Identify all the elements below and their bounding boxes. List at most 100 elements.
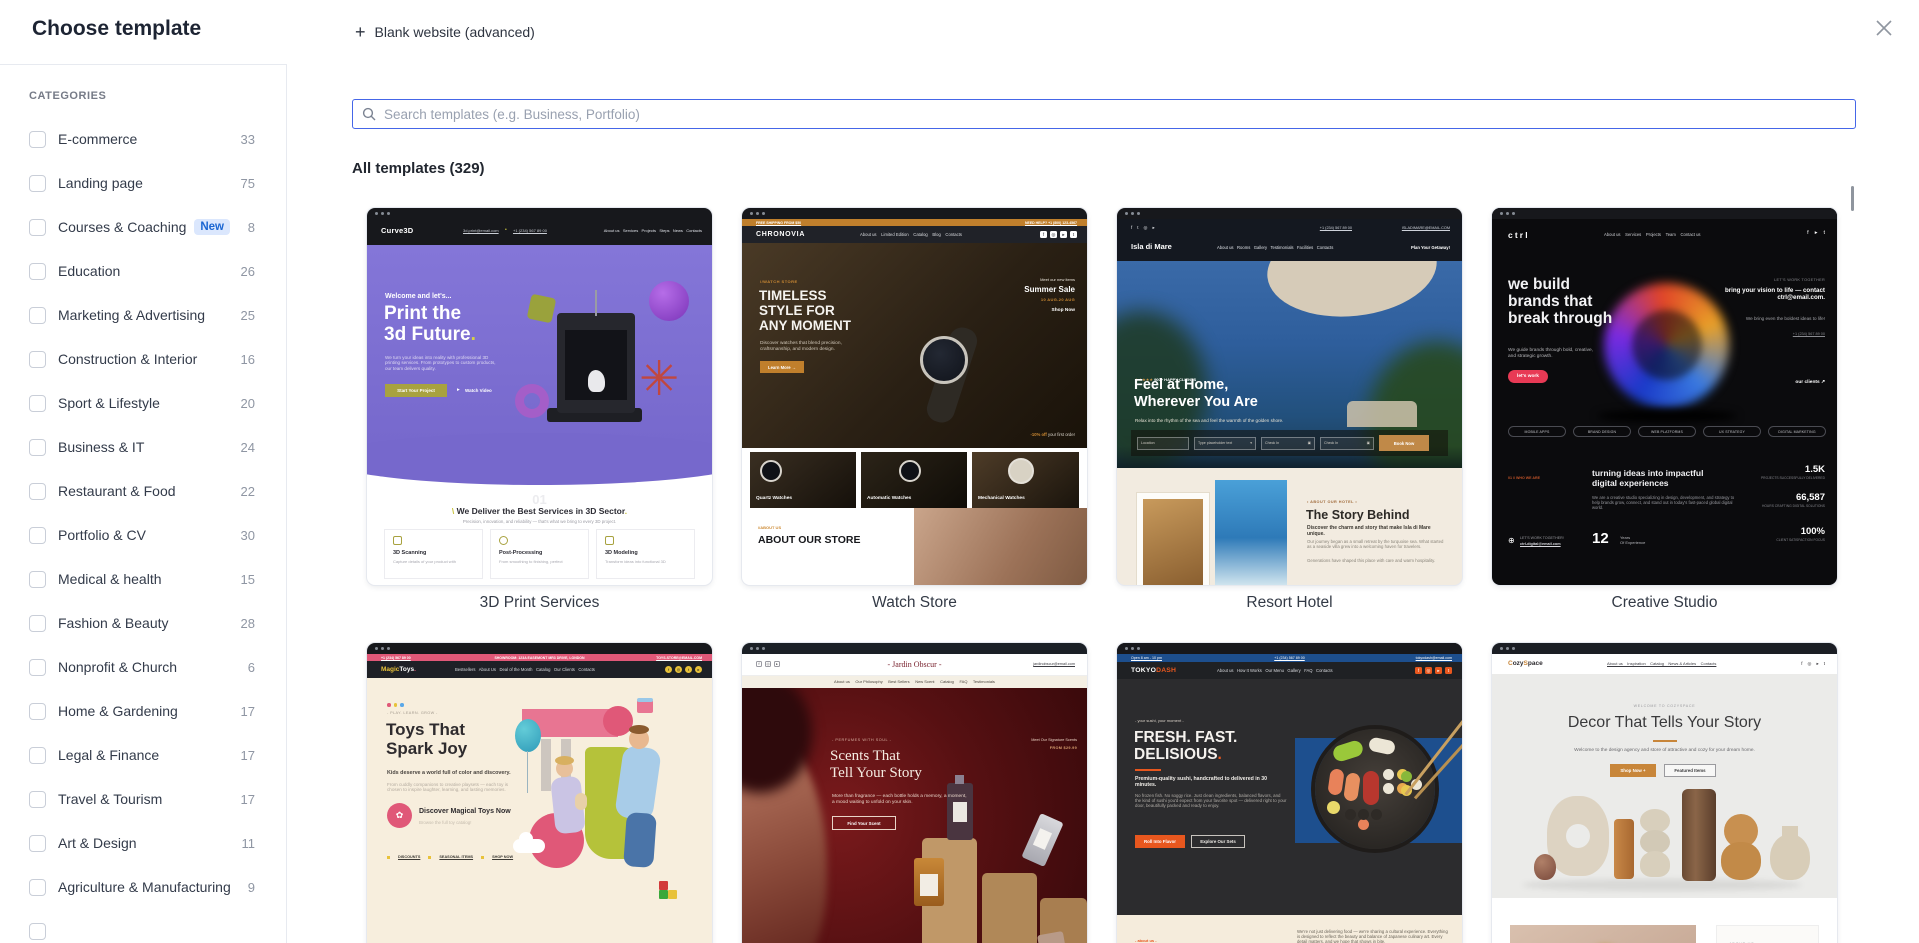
category-tile: Quartz Watches <box>750 452 856 508</box>
cta-title: Discover Magical Toys Now <box>419 808 511 815</box>
hero-title: FRESH. FAST. DELISIOUS. <box>1134 729 1238 764</box>
sidebar-item-9[interactable]: Portfolio & CV 30 <box>0 513 286 557</box>
aside-note: We bring even the boldest ideas to life! <box>1745 316 1825 321</box>
checkbox[interactable] <box>29 570 46 588</box>
sidebar-item-10[interactable]: Medical & health 15 <box>0 557 286 601</box>
template-card-resort-hotel[interactable]: f t ◎ ▸ +1 (234) 567 89 00 ISLADIMARE@EMAIL… <box>1117 208 1462 612</box>
checkbox[interactable] <box>29 614 46 632</box>
sidebar-item-5[interactable]: Construction & Interior 16 <box>0 337 286 381</box>
checkbox[interactable] <box>29 394 46 412</box>
sidebar-item-16[interactable]: Art & Design 11 <box>0 821 286 865</box>
hero-kicker: - your sushi, your moment - <box>1135 718 1184 723</box>
checkbox[interactable] <box>29 922 46 940</box>
purple-sphere <box>649 281 689 321</box>
hero-title: Feel at Home, Wherever You Are <box>1134 377 1258 411</box>
sidebar-item-15[interactable]: Travel & Tourism 17 <box>0 777 286 821</box>
checkbox[interactable] <box>29 702 46 720</box>
template-card-creative-studio[interactable]: ctrl About us Services Projects Team Con… <box>1492 208 1837 612</box>
book-now-button: Book Now <box>1379 435 1429 451</box>
sidebar-item-1[interactable]: Landing page 75 <box>0 161 286 205</box>
template-thumbnail: Curve3D 3d.print@email.com • +1 (234) 56… <box>367 208 712 585</box>
category-label: Marketing & Advertising <box>58 307 206 323</box>
category-count: 24 <box>240 439 255 455</box>
globe-icon: ⊕ <box>1508 536 1515 545</box>
hero-title: Decor That Tells Your Story <box>1567 714 1762 731</box>
sidebar-item-6[interactable]: Sport & Lifestyle 20 <box>0 381 286 425</box>
checkbox[interactable] <box>29 438 46 456</box>
about-kicker: • ABOUT OUR HOTEL • <box>1307 500 1358 504</box>
checkbox[interactable] <box>29 218 46 236</box>
template-search[interactable] <box>352 99 1856 129</box>
category-count: 6 <box>247 659 255 675</box>
checkbox[interactable] <box>29 526 46 544</box>
dialog-header: Choose template + Blank website (advance… <box>0 0 1919 64</box>
category-label: Home & Gardening <box>58 703 178 719</box>
feature-card: 3D Scanning Capture details of your prod… <box>385 530 482 578</box>
contact-kicker: LET'S WORK TOGETHER! <box>1520 536 1564 540</box>
sidebar-item-7[interactable]: Business & IT 24 <box>0 425 286 469</box>
facebook-icon: f <box>1801 661 1803 666</box>
template-card-magictoys[interactable]: +1 (234) 567 89 00 SHOWROOM: 123A EASEMO… <box>367 643 712 943</box>
pink-circle <box>603 706 633 736</box>
sidebar-item-0[interactable]: E-commerce 33 <box>0 117 286 161</box>
category-count: 8 <box>247 219 255 235</box>
category-label: Restaurant & Food <box>58 483 176 499</box>
template-thumbnail: f ◎ ▸ - Jardin Obscur - jardinobscur@ema… <box>742 643 1087 943</box>
sidebar-item-14[interactable]: Legal & Finance 17 <box>0 733 286 777</box>
checkbox[interactable] <box>29 130 46 148</box>
checkbox[interactable] <box>29 790 46 808</box>
close-button[interactable] <box>1871 16 1897 42</box>
discount-note: -10% off your first order <box>1030 432 1075 437</box>
sidebar-item-13[interactable]: Home & Gardening 17 <box>0 689 286 733</box>
blank-website-label: Blank website (advanced) <box>374 24 535 40</box>
blank-website-button[interactable]: + Blank website (advanced) <box>355 16 535 48</box>
checkbox[interactable] <box>29 658 46 676</box>
template-card-3d-print-services[interactable]: Curve3D 3d.print@email.com • +1 (234) 56… <box>367 208 712 612</box>
sidebar-item-2[interactable]: Courses & Coaching New 8 <box>0 205 286 249</box>
youtube-icon: ▸ <box>1814 230 1818 236</box>
scrollbar-thumb[interactable] <box>1851 186 1854 211</box>
category-count: 22 <box>240 483 255 499</box>
stat-label: CLIENT SATISFACTION FOCUS <box>1776 538 1825 542</box>
template-card-cozyspace[interactable]: CozySpace About us Inspiration Catalog N… <box>1492 643 1837 943</box>
sidebar-item-8[interactable]: Restaurant & Food 22 <box>0 469 286 513</box>
sidebar-item-11[interactable]: Fashion & Beauty 28 <box>0 601 286 645</box>
checkbox[interactable] <box>29 262 46 280</box>
checkbox[interactable] <box>29 174 46 192</box>
round-vase <box>1770 834 1810 880</box>
category-count: 11 <box>241 835 256 851</box>
about-photo <box>914 508 1087 585</box>
sidebar-item-3[interactable]: Education 26 <box>0 249 286 293</box>
bunny-badge-icon: ✿ <box>387 803 412 828</box>
hero-kicker: //WATCH STORE <box>760 279 798 284</box>
about-photo-frame <box>1137 493 1209 585</box>
search-input[interactable] <box>384 106 1855 122</box>
category-label: Legal & Finance <box>58 747 160 763</box>
category-count: 17 <box>240 747 255 763</box>
sidebar-item-18[interactable] <box>0 909 286 943</box>
promo-line: Meet Our Signature Scents <box>1031 738 1077 742</box>
category-label: Portfolio & CV <box>58 527 146 543</box>
sidebar-item-12[interactable]: Nonprofit & Church 6 <box>0 645 286 689</box>
checkbox[interactable] <box>29 878 46 896</box>
template-card-watch-store[interactable]: FREE SHIPPING FROM $50 NEED HELP? +1 (80… <box>742 208 1087 612</box>
category-label: Art & Design <box>58 835 137 851</box>
sidebar-item-17[interactable]: Agriculture & Manufacturing 9 <box>0 865 286 909</box>
site-email: 3d.print@email.com <box>463 228 499 233</box>
checkbox[interactable] <box>29 350 46 368</box>
promo-title: Summer Sale <box>1024 285 1075 294</box>
beach-umbrella <box>1262 261 1442 325</box>
site-nav: About us Rooms Gallery Testimonials Faci… <box>1217 245 1334 250</box>
sidebar-item-4[interactable]: Marketing & Advertising 25 <box>0 293 286 337</box>
category-tile: Mechanical Watches <box>972 452 1079 508</box>
checkbox[interactable] <box>29 482 46 500</box>
template-card-jardin-obscur[interactable]: f ◎ ▸ - Jardin Obscur - jardinobscur@ema… <box>742 643 1087 943</box>
instagram-icon: ◎ <box>1807 661 1812 666</box>
checkbox[interactable] <box>29 834 46 852</box>
checkbox[interactable] <box>29 746 46 764</box>
template-card-tokyodash[interactable]: Open 8 am - 10 pm +1 (234) 567 89 00 tok… <box>1117 643 1462 943</box>
checkbox[interactable] <box>29 306 46 324</box>
hero-body: We guide brands through bold, creative, … <box>1508 348 1593 359</box>
twitter-icon: t <box>1137 225 1139 230</box>
hero-section: WELCOME TO COZYSPACE Decor That Tells Yo… <box>1492 674 1837 898</box>
